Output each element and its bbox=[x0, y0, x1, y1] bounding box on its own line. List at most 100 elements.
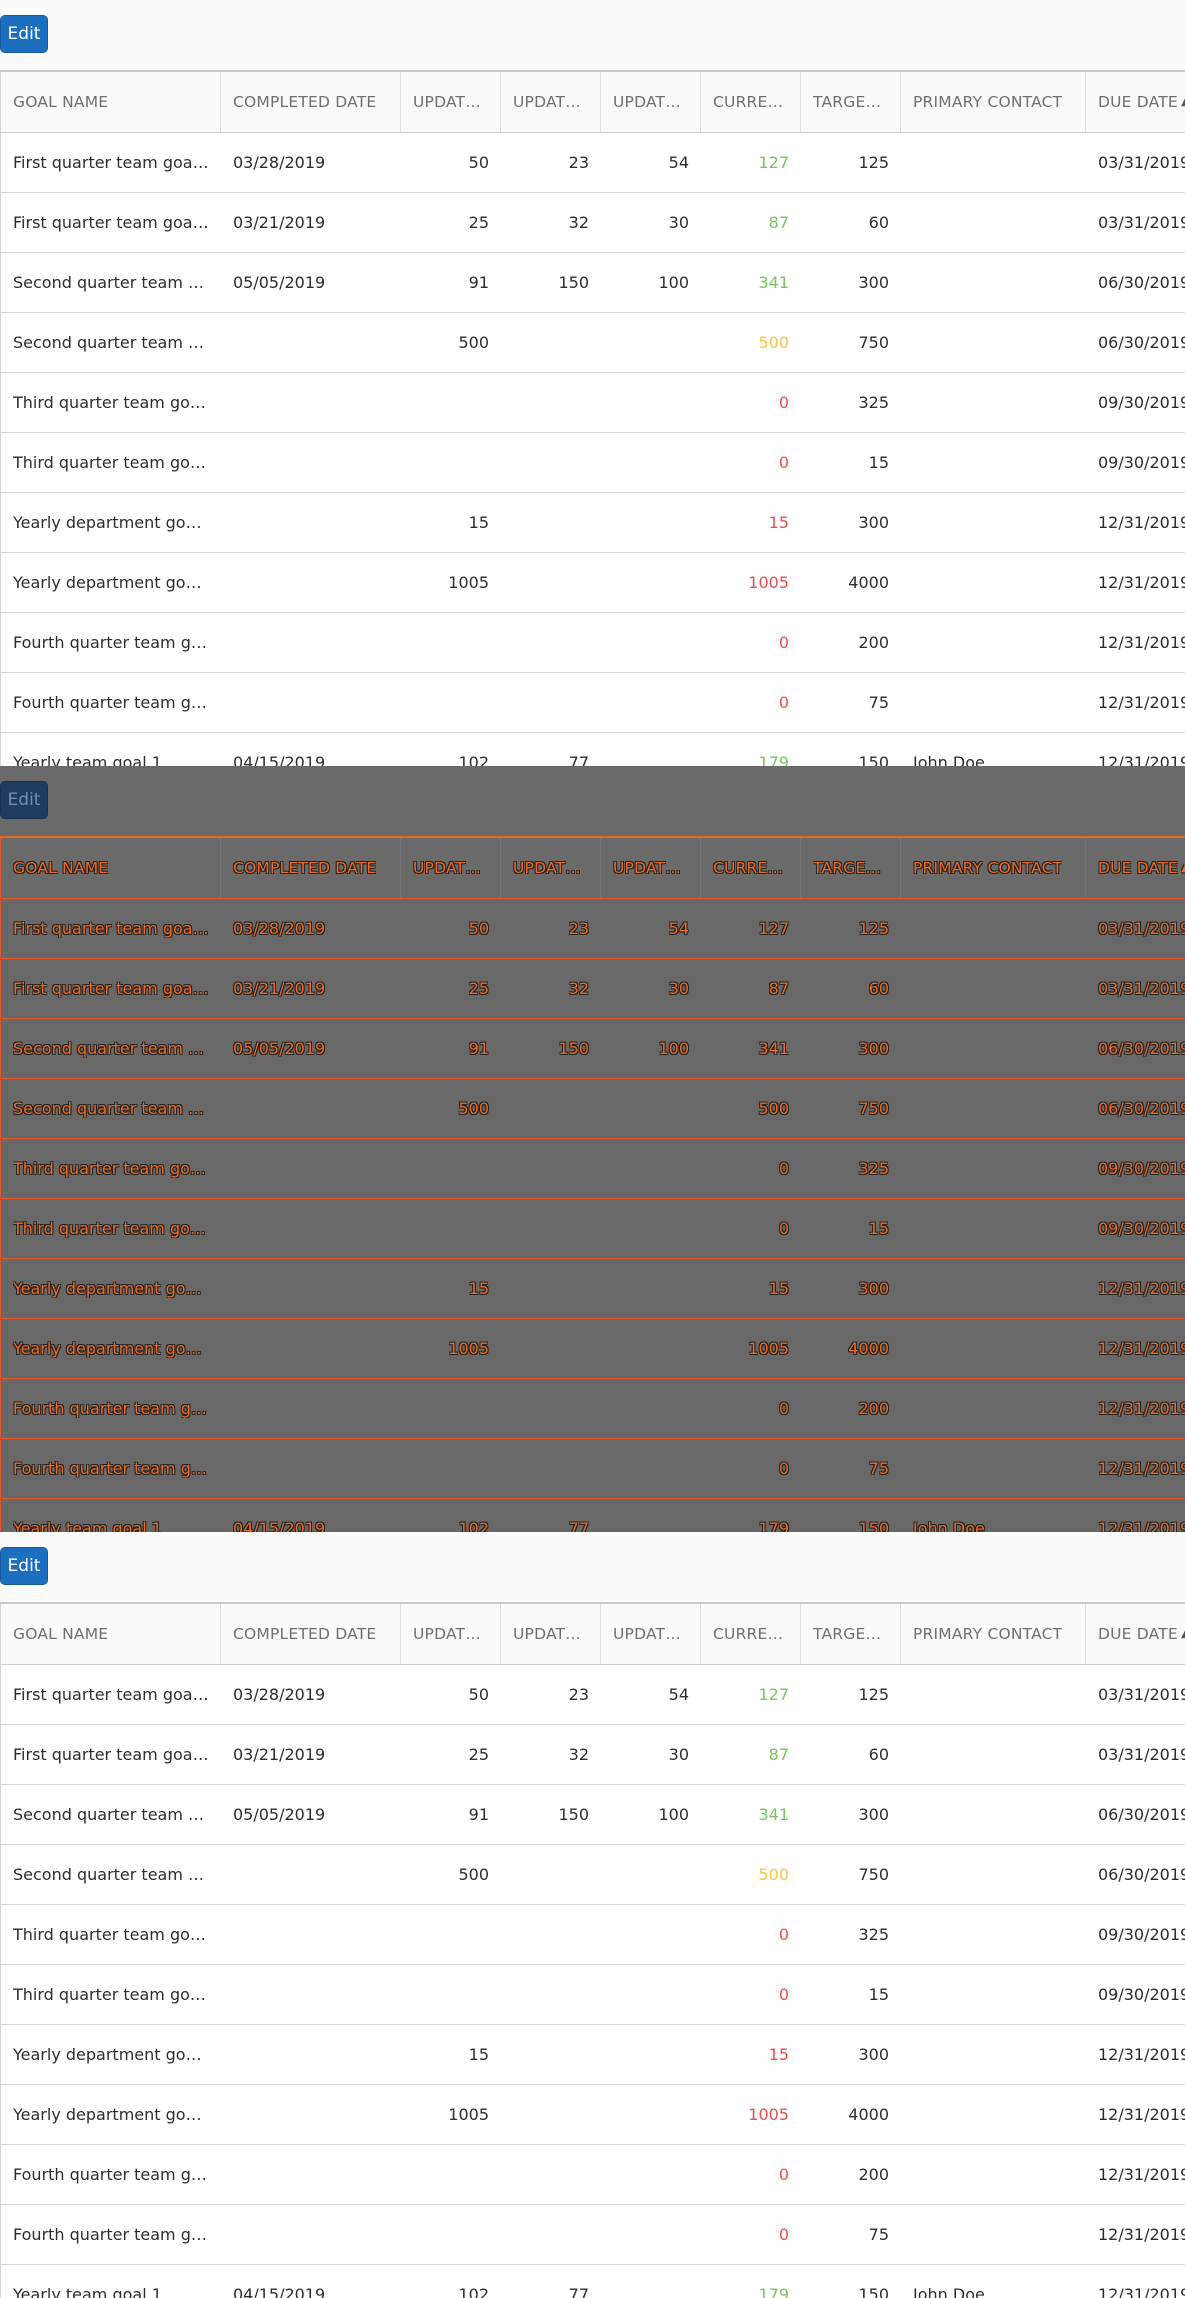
table-row[interactable]: Yearly team goal 1 04/15/2019 102 77 179 150 J… bbox=[0, 733, 1185, 766]
cell-target: 750 bbox=[801, 313, 901, 372]
cell-primary-contact bbox=[901, 613, 1086, 672]
table-row[interactable]: Third quarter team goal 1 0 325 09/30/2019 bbox=[0, 373, 1185, 433]
table-row[interactable]: Yearly department goal 1 15 15 300 12/31/201… bbox=[0, 493, 1185, 553]
column-header-primary-contact[interactable]: PRIMARY CONTACT bbox=[901, 72, 1086, 132]
table-row[interactable]: Yearly department goal 1 15 15 300 12/31/201… bbox=[0, 1259, 1185, 1319]
column-header-update-2[interactable]: UPDATE 2 bbox=[501, 1604, 601, 1664]
table-row[interactable]: Second quarter team go... 05/05/2019 91 150… bbox=[0, 1785, 1185, 1845]
column-header-update-2[interactable]: UPDATE 2 bbox=[501, 72, 601, 132]
cell-current: 341 bbox=[701, 1785, 801, 1844]
table-row[interactable]: Yearly department goal 2 1005 1005 4000 12/3… bbox=[0, 2085, 1185, 2145]
table-row[interactable]: Second quarter team go... 05/05/2019 91 150… bbox=[0, 1019, 1185, 1079]
table-row[interactable]: Third quarter team goal 2 0 15 09/30/2019 bbox=[0, 1965, 1185, 2025]
table-row[interactable]: Fourth quarter team goa... 0 75 12/31/2019 bbox=[0, 1439, 1185, 1499]
table-row[interactable]: Third quarter team goal 2 0 15 09/30/2019 bbox=[0, 433, 1185, 493]
edit-button[interactable]: Edit bbox=[0, 781, 48, 819]
cell-update-2: 23 bbox=[501, 899, 601, 958]
cell-update-3 bbox=[601, 673, 701, 732]
table-row[interactable]: Fourth quarter team goa... 0 75 12/31/2019 bbox=[0, 673, 1185, 733]
column-header-completed-date[interactable]: COMPLETED DATE bbox=[221, 72, 401, 132]
cell-update-2 bbox=[501, 373, 601, 432]
cell-update-2 bbox=[501, 553, 601, 612]
table-row[interactable]: Second quarter team go... 500 500 750 06/30/… bbox=[0, 1845, 1185, 1905]
cell-value: John Doe bbox=[913, 2285, 985, 2298]
table-row[interactable]: First quarter team goal 2 03/21/2019 25 32 3… bbox=[0, 1725, 1185, 1785]
cell-update-1: 50 bbox=[401, 1665, 501, 1724]
column-header-due-date[interactable]: DUE DATE▲ bbox=[1086, 72, 1185, 132]
column-header-goal-name[interactable]: GOAL NAME bbox=[0, 1604, 221, 1664]
cell-due-date: 12/31/2019 bbox=[1086, 553, 1185, 612]
cell-update-3 bbox=[601, 313, 701, 372]
cell-completed-date bbox=[221, 2205, 401, 2264]
column-header-primary-contact[interactable]: PRIMARY CONTACT bbox=[901, 838, 1086, 898]
column-header-update-1[interactable]: UPDATE 1 bbox=[401, 72, 501, 132]
column-header-update-3[interactable]: UPDATE 3 bbox=[601, 1604, 701, 1664]
column-header-goal-name[interactable]: GOAL NAME bbox=[0, 72, 221, 132]
table-row[interactable]: First quarter team goal 1 03/28/2019 50 23 5… bbox=[0, 899, 1185, 959]
cell-value: 0 bbox=[778, 633, 789, 652]
table-row[interactable]: First quarter team goal 2 03/21/2019 25 32 3… bbox=[0, 193, 1185, 253]
cell-update-2: 150 bbox=[501, 1019, 601, 1078]
cell-current: 15 bbox=[701, 1259, 801, 1318]
table-row[interactable]: Fourth quarter team goa... 0 75 12/31/2019 bbox=[0, 2205, 1185, 2265]
cell-current: 179 bbox=[701, 733, 801, 766]
column-header-due-date[interactable]: DUE DATE▲ bbox=[1086, 1604, 1185, 1664]
column-header-completed-date[interactable]: COMPLETED DATE bbox=[221, 1604, 401, 1664]
column-header-update-3[interactable]: UPDATE 3 bbox=[601, 72, 701, 132]
sort-ascending-icon[interactable]: ▲ bbox=[1181, 863, 1185, 874]
cell-due-date: 12/31/2019 bbox=[1086, 2145, 1185, 2204]
column-header-due-date[interactable]: DUE DATE▲ bbox=[1086, 838, 1185, 898]
cell-value: 341 bbox=[758, 273, 789, 292]
cell-value: 06/30/2019 bbox=[1098, 273, 1185, 292]
column-header-update-3[interactable]: UPDATE 3 bbox=[601, 838, 701, 898]
sort-ascending-icon[interactable]: ▲ bbox=[1181, 1629, 1185, 1640]
cell-current: 87 bbox=[701, 959, 801, 1018]
column-header-update-1[interactable]: UPDATE 1 bbox=[401, 838, 501, 898]
table-row[interactable]: Second quarter team go... 500 500 750 06/30/… bbox=[0, 1079, 1185, 1139]
table-row[interactable]: Third quarter team goal 1 0 325 09/30/2019 bbox=[0, 1905, 1185, 1965]
edit-button[interactable]: Edit bbox=[0, 15, 48, 53]
column-header-update-1[interactable]: UPDATE 1 bbox=[401, 1604, 501, 1664]
cell-primary-contact bbox=[901, 1785, 1086, 1844]
column-header-current[interactable]: CURREN... bbox=[701, 1604, 801, 1664]
table-row[interactable]: Third quarter team goal 2 0 15 09/30/2019 bbox=[0, 1199, 1185, 1259]
cell-value: 127 bbox=[758, 919, 789, 938]
table-row[interactable]: First quarter team goal 1 03/28/2019 50 23 5… bbox=[0, 133, 1185, 193]
sort-ascending-icon[interactable]: ▲ bbox=[1181, 97, 1185, 108]
column-header-primary-contact[interactable]: PRIMARY CONTACT bbox=[901, 1604, 1086, 1664]
column-header-update-2[interactable]: UPDATE 2 bbox=[501, 838, 601, 898]
table-row[interactable]: Yearly team goal 1 04/15/2019 102 77 179 150 J… bbox=[0, 1499, 1185, 1532]
table-row[interactable]: Fourth quarter team goa... 0 200 12/31/2019 bbox=[0, 2145, 1185, 2205]
table-row[interactable]: Yearly department goal 2 1005 1005 4000 12/3… bbox=[0, 553, 1185, 613]
cell-value: 03/21/2019 bbox=[233, 979, 326, 998]
table-row[interactable]: Fourth quarter team goa... 0 200 12/31/2019 bbox=[0, 1379, 1185, 1439]
table-row[interactable]: Second quarter team go... 05/05/2019 91 150… bbox=[0, 253, 1185, 313]
cell-current: 87 bbox=[701, 193, 801, 252]
column-header-target[interactable]: TARGET ... bbox=[801, 1604, 901, 1664]
table-row[interactable]: Yearly department goal 1 15 15 300 12/31/201… bbox=[0, 2025, 1185, 2085]
cell-update-3 bbox=[601, 2145, 701, 2204]
cell-value: Yearly team goal 1 bbox=[13, 2285, 162, 2298]
cell-value: Third quarter team goal 1 bbox=[13, 1925, 209, 1944]
cell-primary-contact bbox=[901, 313, 1086, 372]
edit-button[interactable]: Edit bbox=[0, 1547, 48, 1585]
cell-update-3: 100 bbox=[601, 253, 701, 312]
table-row[interactable]: Second quarter team go... 500 500 750 06/30/… bbox=[0, 313, 1185, 373]
cell-current: 0 bbox=[701, 613, 801, 672]
column-header-completed-date[interactable]: COMPLETED DATE bbox=[221, 838, 401, 898]
column-header-current[interactable]: CURREN... bbox=[701, 838, 801, 898]
table-row[interactable]: First quarter team goal 2 03/21/2019 25 32 3… bbox=[0, 959, 1185, 1019]
cell-update-3: 100 bbox=[601, 1785, 701, 1844]
cell-value: Second quarter team go... bbox=[13, 1039, 209, 1058]
cell-due-date: 12/31/2019 bbox=[1086, 1259, 1185, 1318]
cell-primary-contact bbox=[901, 2145, 1086, 2204]
table-row[interactable]: Third quarter team goal 1 0 325 09/30/2019 bbox=[0, 1139, 1185, 1199]
table-row[interactable]: First quarter team goal 1 03/28/2019 50 23 5… bbox=[0, 1665, 1185, 1725]
column-header-target[interactable]: TARGET ... bbox=[801, 838, 901, 898]
column-header-current[interactable]: CURREN... bbox=[701, 72, 801, 132]
column-header-target[interactable]: TARGET ... bbox=[801, 72, 901, 132]
table-row[interactable]: Yearly team goal 1 04/15/2019 102 77 179 150 J… bbox=[0, 2265, 1185, 2298]
table-row[interactable]: Yearly department goal 2 1005 1005 4000 12/3… bbox=[0, 1319, 1185, 1379]
column-header-goal-name[interactable]: GOAL NAME bbox=[0, 838, 221, 898]
table-row[interactable]: Fourth quarter team goa... 0 200 12/31/2019 bbox=[0, 613, 1185, 673]
